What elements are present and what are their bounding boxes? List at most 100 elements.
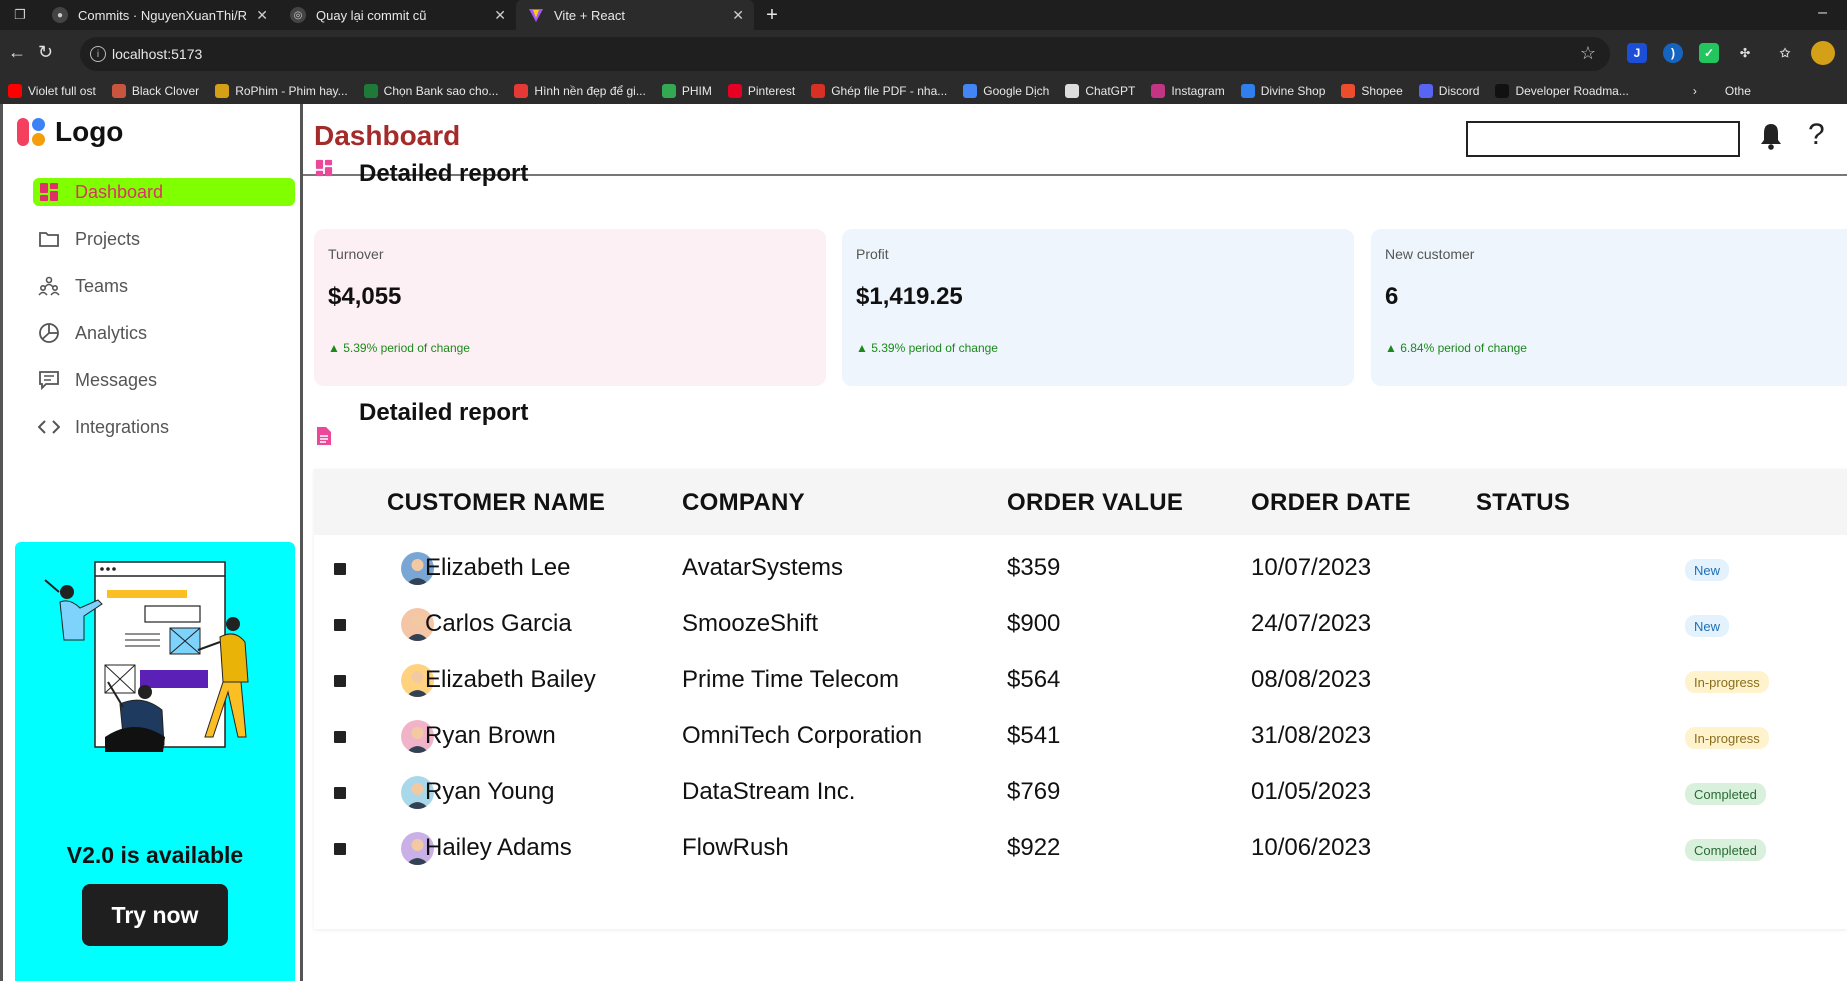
bookmark-item[interactable]: Discord: [1418, 84, 1479, 98]
sidebar-menu: Dashboard Projects Teams Analytics Messa…: [33, 178, 295, 460]
help-icon[interactable]: ?: [1808, 118, 1825, 152]
bookmark-label: ChatGPT: [1085, 84, 1136, 98]
favorites-icon[interactable]: ✩: [1775, 43, 1795, 63]
url-field[interactable]: i localhost:5173 ☆: [80, 37, 1610, 71]
browser-tab-active[interactable]: Vite + React ✕: [516, 0, 754, 30]
bookmark-label: Hình nền đẹp để gi...: [534, 84, 646, 98]
search-input[interactable]: [1466, 121, 1740, 157]
bookmark-label: Instagram: [1171, 84, 1225, 98]
other-bookmarks-folder[interactable]: Othe: [1725, 84, 1751, 98]
bookmark-label: Chọn Bank sao cho...: [383, 84, 499, 98]
bookmark-favicon-icon: [111, 84, 126, 98]
back-icon[interactable]: ←: [8, 42, 26, 63]
overview-section-title: Detailed report: [359, 160, 529, 187]
browser-tab[interactable]: ● Commits · NguyenXuanThi/REACT ✕: [40, 0, 278, 30]
row-checkbox[interactable]: [334, 675, 346, 687]
row-checkbox[interactable]: [334, 787, 346, 799]
order-date: 08/08/2023: [1251, 666, 1372, 693]
row-checkbox[interactable]: [334, 731, 346, 743]
vite-icon: [528, 7, 544, 23]
bookmark-item[interactable]: Divine Shop: [1240, 84, 1325, 98]
customer-name: Hailey Adams: [425, 834, 572, 861]
bookmark-label: PHIM: [681, 84, 712, 98]
bookmark-item[interactable]: Hình nền đẹp để gi...: [514, 84, 646, 98]
close-tab-icon[interactable]: ✕: [494, 7, 506, 24]
sidebar-item-analytics[interactable]: Analytics: [33, 319, 295, 347]
browser-tab[interactable]: ◎ Quay lại commit cũ ✕: [278, 0, 516, 30]
bookmark-label: Shopee: [1361, 84, 1403, 98]
bookmark-item[interactable]: Shopee: [1341, 84, 1403, 98]
column-header[interactable]: CUSTOMER NAME: [387, 489, 605, 517]
minimize-window-icon[interactable]: –: [1818, 4, 1827, 22]
bookmark-label: Ghép file PDF - nha...: [831, 84, 948, 98]
logo-text: Logo: [55, 116, 124, 147]
bookmark-item[interactable]: RoPhim - Phim hay...: [215, 84, 348, 98]
row-checkbox[interactable]: [334, 843, 346, 855]
bookmark-item[interactable]: PHIM: [661, 84, 712, 98]
table-row[interactable]: Hailey Adams FlowRush $922 10/06/2023 Comple…: [314, 815, 1847, 881]
bookmark-item[interactable]: Violet full ost: [8, 84, 96, 98]
bookmark-item[interactable]: Developer Roadma...: [1495, 84, 1629, 98]
row-checkbox[interactable]: [334, 619, 346, 631]
sidebar-item-teams[interactable]: Teams: [33, 272, 295, 300]
extension-j-icon[interactable]: J: [1627, 43, 1647, 63]
tab-title: Quay lại commit cũ: [316, 7, 427, 23]
bookmark-item[interactable]: Google Dịch: [963, 84, 1049, 98]
turnover-card: Turnover $4,055 ▲ 5.39% period of change: [314, 229, 826, 386]
overview-section-icon: [315, 159, 333, 182]
bookmark-label: Developer Roadma...: [1515, 84, 1629, 98]
order-value: $900: [1007, 610, 1061, 637]
bookmark-favicon-icon: [1065, 84, 1080, 98]
order-date: 31/08/2023: [1251, 722, 1372, 749]
tab-title: Commits · NguyenXuanThi/REACT: [78, 7, 248, 23]
sidebar-item-messages[interactable]: Messages: [33, 366, 295, 394]
card-change: ▲ 6.84% period of change: [1385, 341, 1527, 355]
column-header[interactable]: COMPANY: [682, 489, 805, 517]
bookmark-favicon-icon: [1418, 84, 1433, 98]
bookmarks-overflow-chevron-icon[interactable]: ›: [1693, 84, 1697, 98]
logo[interactable]: Logo: [17, 116, 123, 148]
column-header[interactable]: ORDER DATE: [1251, 489, 1411, 517]
bookmark-item[interactable]: Pinterest: [727, 84, 795, 98]
bell-icon[interactable]: [1760, 122, 1782, 155]
customer-name: Ryan Brown: [425, 722, 556, 749]
extensions-puzzle-icon[interactable]: ✣: [1735, 43, 1755, 63]
bookmark-star-icon[interactable]: ☆: [1580, 43, 1596, 64]
new-tab-button[interactable]: +: [754, 4, 790, 27]
status-badge: Completed: [1685, 783, 1766, 805]
row-checkbox[interactable]: [334, 563, 346, 575]
sidebar-item-projects[interactable]: Projects: [33, 225, 295, 253]
status-badge: In-progress: [1685, 727, 1769, 749]
extension-shield-icon[interactable]: ✓: [1699, 43, 1719, 63]
close-tab-icon[interactable]: ✕: [732, 7, 744, 24]
bookmark-item[interactable]: Ghép file PDF - nha...: [811, 84, 947, 98]
bookmark-favicon-icon: [215, 84, 230, 98]
bookmark-favicon-icon: [811, 84, 826, 98]
sidebar-item-dashboard[interactable]: Dashboard: [33, 178, 295, 206]
card-value: $4,055: [328, 283, 402, 310]
bookmark-item[interactable]: Chọn Bank sao cho...: [363, 84, 499, 98]
reload-icon[interactable]: ↻: [38, 42, 53, 63]
sidebar-item-label: Dashboard: [75, 181, 164, 202]
column-header[interactable]: ORDER VALUE: [1007, 489, 1183, 517]
company-name: Prime Time Telecom: [682, 666, 899, 693]
company-name: DataStream Inc.: [682, 778, 856, 805]
bookmark-item[interactable]: Black Clover: [111, 84, 199, 98]
company-name: FlowRush: [682, 834, 789, 861]
extension-audio-icon[interactable]: ): [1663, 43, 1683, 63]
profile-avatar[interactable]: [1811, 41, 1835, 65]
column-header[interactable]: STATUS: [1476, 489, 1570, 517]
new-customer-card: New customer 6 ▲ 6.84% period of change: [1371, 229, 1847, 386]
github-icon: ●: [52, 7, 68, 23]
app-root: Logo Dashboard Projects Teams Analytics …: [0, 104, 1847, 981]
bookmark-item[interactable]: Instagram: [1151, 84, 1225, 98]
sidebar-item-integrations[interactable]: Integrations: [33, 413, 295, 441]
workspaces-icon[interactable]: ❐: [0, 0, 40, 30]
site-info-icon[interactable]: i: [90, 46, 106, 62]
bookmark-item[interactable]: ChatGPT: [1065, 84, 1135, 98]
try-now-button[interactable]: Try now: [82, 884, 228, 946]
upgrade-promo-card: V2.0 is available Try now: [15, 542, 295, 981]
bookmark-favicon-icon: [1341, 84, 1356, 98]
bookmark-favicon-icon: [8, 84, 22, 98]
close-tab-icon[interactable]: ✕: [256, 7, 268, 24]
